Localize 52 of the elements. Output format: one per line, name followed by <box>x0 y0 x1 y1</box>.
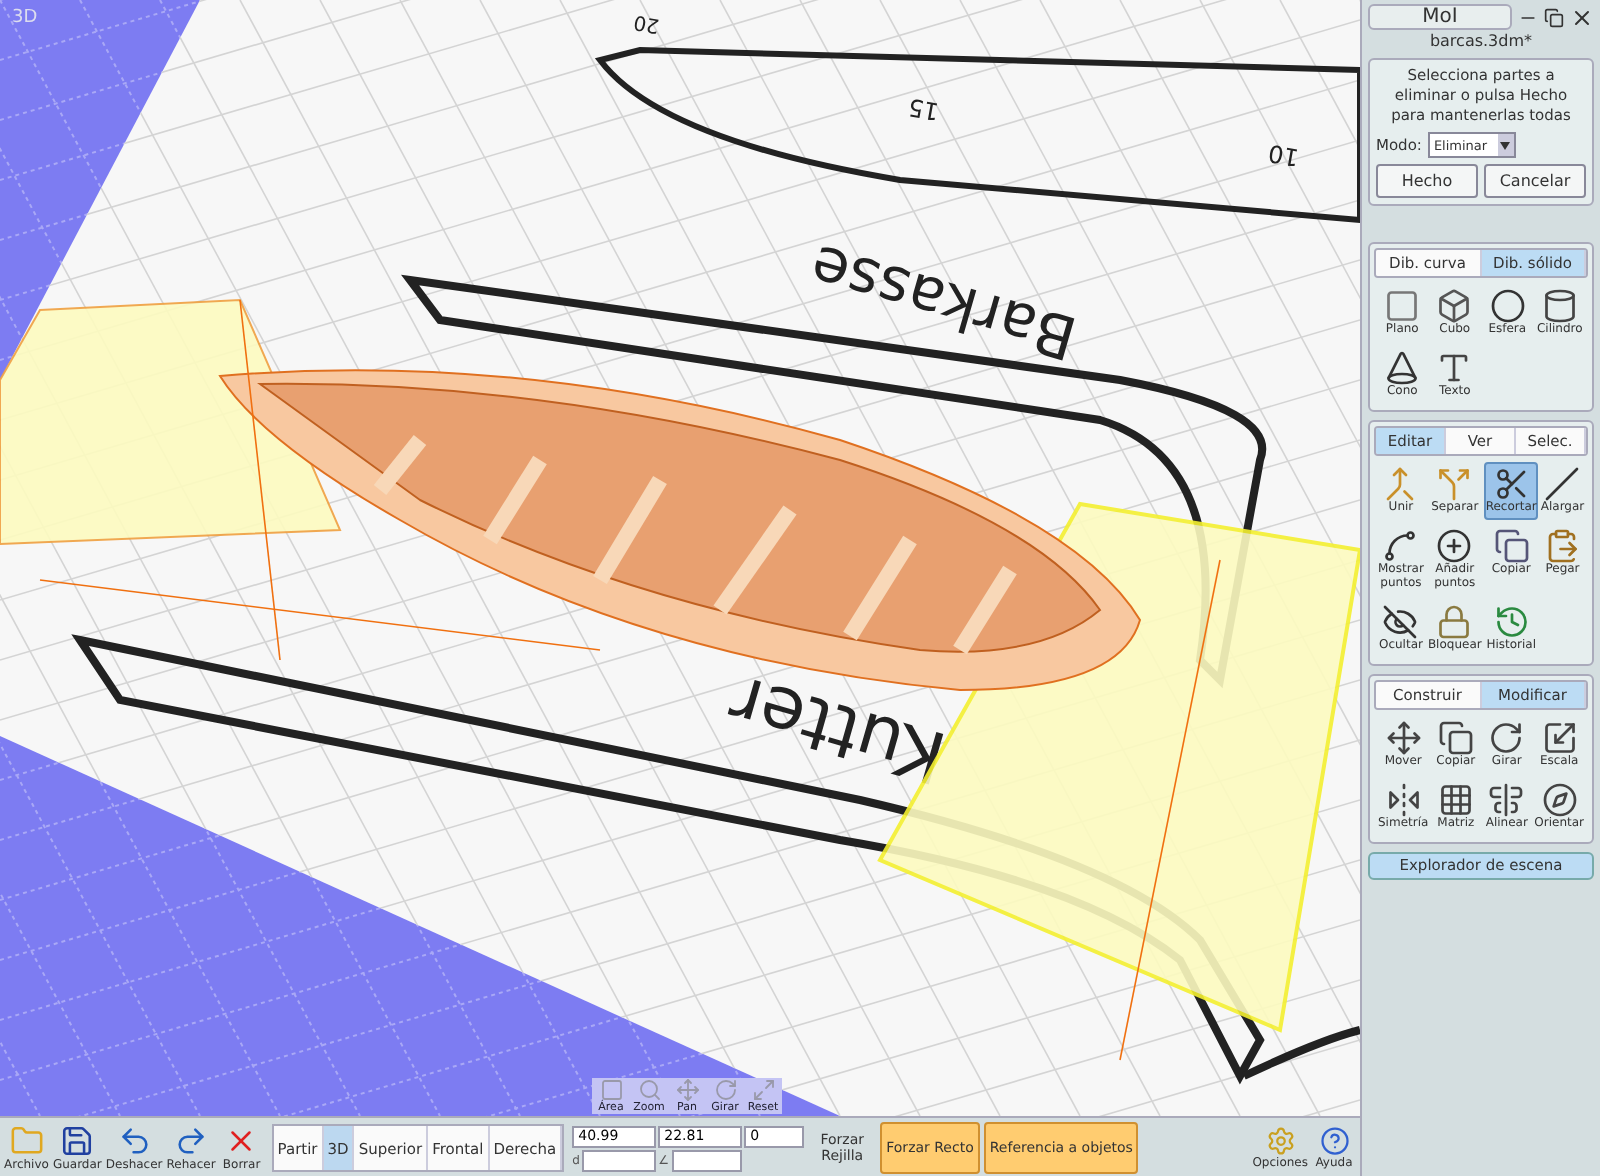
dropdown-arrow-icon <box>1500 141 1511 150</box>
line-icon <box>1544 466 1581 503</box>
scene-label: 15 <box>906 92 942 126</box>
scene-label: 20 <box>632 9 662 36</box>
settings-icon <box>1265 1126 1296 1156</box>
restore-icon <box>1544 7 1564 27</box>
pan-icon <box>675 1078 699 1102</box>
letter-icon <box>1436 350 1473 387</box>
close-button[interactable] <box>1570 5 1594 29</box>
command-button[interactable]: Hecho <box>1376 164 1478 199</box>
angle-field[interactable] <box>671 1149 743 1171</box>
file-name: barcas.3dm* <box>1427 32 1535 50</box>
lock-icon <box>1436 603 1473 640</box>
cone-icon <box>1384 350 1421 387</box>
cylinder-icon <box>1541 288 1578 325</box>
grid-icon <box>1437 781 1474 818</box>
restore-button[interactable] <box>1544 7 1564 27</box>
sphere-icon <box>1489 288 1526 325</box>
copy-icon <box>1493 528 1530 565</box>
curve-points-icon <box>1382 528 1419 565</box>
help-icon <box>1319 1126 1349 1156</box>
history-icon <box>1493 603 1530 640</box>
app-title: MoI <box>1368 4 1512 30</box>
undo-icon <box>117 1124 152 1158</box>
scissors-icon <box>1493 466 1530 503</box>
scale-icon <box>1541 719 1578 756</box>
copy-icon <box>1437 719 1474 756</box>
scene-label: Kutter <box>721 658 955 798</box>
command-button[interactable]: Cancelar <box>1484 164 1586 199</box>
close-icon <box>1570 5 1594 29</box>
viewport-label: 3D <box>12 8 38 28</box>
area-icon <box>599 1078 623 1102</box>
save-icon <box>60 1124 95 1158</box>
separate-icon <box>1436 466 1473 503</box>
join-icon <box>1382 466 1419 503</box>
add-point-icon <box>1436 528 1473 565</box>
align-icon <box>1488 781 1525 818</box>
move-icon <box>1385 719 1422 756</box>
hide-icon <box>1382 603 1419 640</box>
scene-label: 10 <box>1266 138 1302 172</box>
search-icon <box>637 1078 661 1102</box>
square-icon <box>1384 288 1421 325</box>
reset-icon <box>751 1078 775 1102</box>
orbit-icon <box>713 1078 737 1102</box>
rotate-icon <box>1488 719 1525 756</box>
paste-icon <box>1544 528 1581 565</box>
cube-icon <box>1436 288 1473 325</box>
orient-icon <box>1541 781 1578 818</box>
folder-icon <box>9 1124 44 1158</box>
mirror-icon <box>1385 781 1422 818</box>
redo-icon <box>174 1124 209 1158</box>
distance-field[interactable] <box>581 1149 657 1171</box>
